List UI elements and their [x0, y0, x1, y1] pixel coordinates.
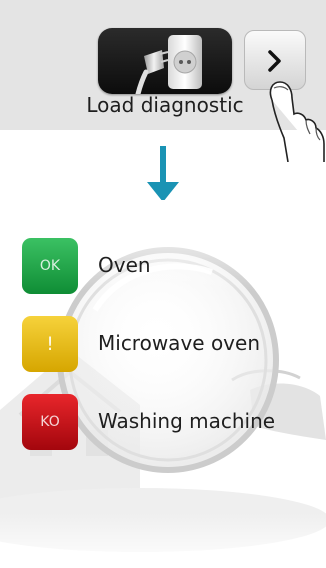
legend-row-washing-machine: KO Washing machine [22, 394, 312, 450]
ko-badge-text: KO [40, 414, 60, 430]
legend-label-washing-machine: Washing machine [98, 409, 276, 433]
legend-label-oven: Oven [98, 253, 151, 277]
ok-badge: OK [22, 238, 78, 294]
ok-badge-text: OK [39, 258, 61, 274]
load-diagnostic-tile[interactable] [98, 28, 232, 94]
ko-badge: KO [22, 394, 78, 450]
pointing-hand-icon [269, 81, 325, 162]
chevron-right-icon [268, 50, 281, 72]
legend-row-microwave: ! Microwave oven [22, 316, 312, 372]
plug-and-socket-icon [135, 35, 202, 94]
load-diagnostic-label[interactable]: Load diagnostic [70, 93, 260, 117]
legend-row-oven: OK Oven [22, 238, 312, 294]
legend-label-microwave: Microwave oven [98, 331, 260, 355]
warning-badge-text: ! [46, 333, 54, 355]
warning-badge: ! [22, 316, 78, 372]
down-arrow-icon [147, 146, 179, 202]
